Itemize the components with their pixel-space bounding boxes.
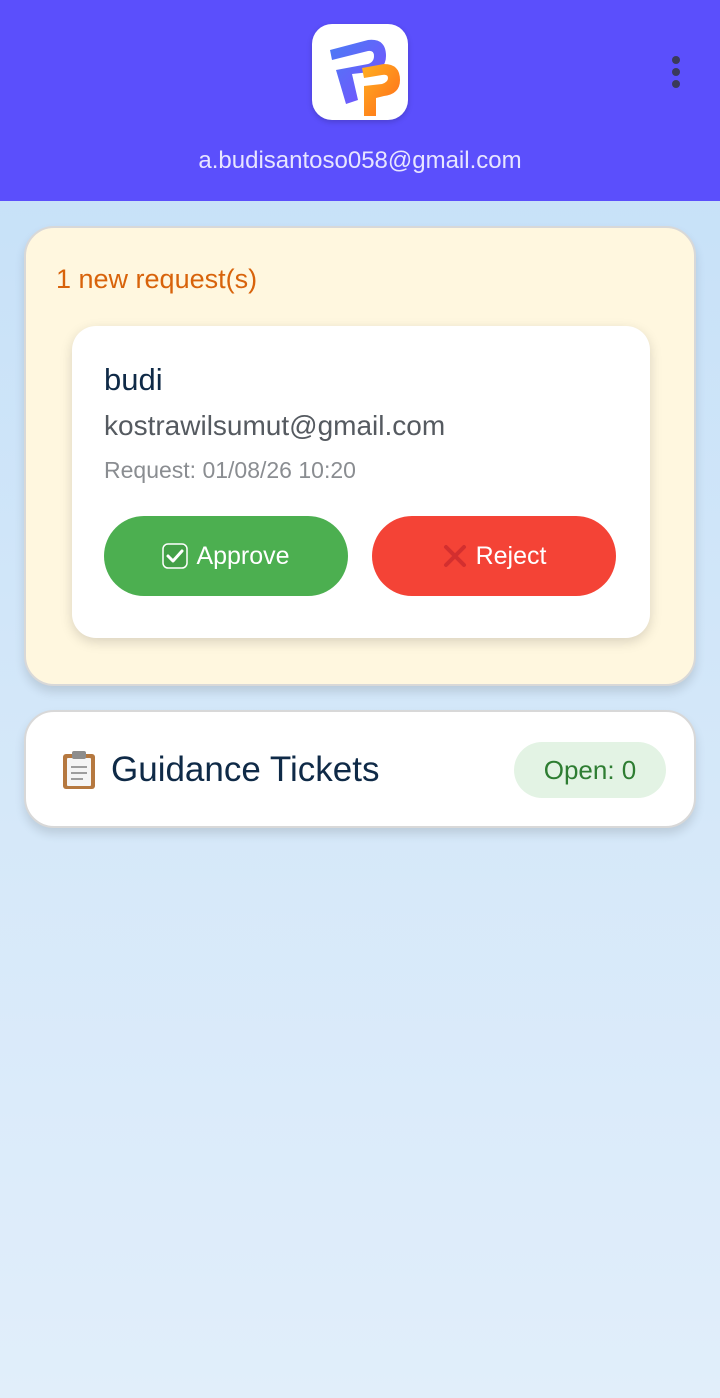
open-tickets-badge: Open: 0 (514, 742, 666, 798)
requester-email: kostrawilsumut@gmail.com (104, 410, 446, 441)
approve-button[interactable]: Approve (104, 516, 348, 596)
menu-dot (672, 68, 680, 76)
account-email: a.budisantoso058@gmail.com (198, 147, 522, 174)
approve-label: Approve (196, 541, 290, 570)
new-requests-count: 1 new request(s) (56, 264, 258, 294)
guidance-tickets-card[interactable]: Guidance Tickets Open: 0 (24, 710, 696, 828)
check-icon (162, 543, 189, 569)
reject-button[interactable]: Reject (372, 516, 616, 596)
app-logo (312, 24, 408, 120)
overflow-menu-button[interactable] (656, 52, 696, 92)
cross-icon (442, 543, 468, 569)
reject-label: Reject (475, 541, 547, 570)
request-timestamp: Request: 01/08/26 10:20 (104, 457, 356, 483)
new-requests-card: 1 new request(s) budi kostrawilsumut@gma… (24, 226, 696, 686)
requester-name: budi (104, 362, 163, 397)
menu-dot (672, 56, 680, 64)
menu-dot (672, 80, 680, 88)
request-item: budi kostrawilsumut@gmail.com Request: 0… (72, 326, 650, 638)
app-header: a.budisantoso058@gmail.com (0, 0, 720, 201)
clipboard-icon (60, 750, 98, 795)
tickets-title: Guidance Tickets (111, 750, 380, 789)
